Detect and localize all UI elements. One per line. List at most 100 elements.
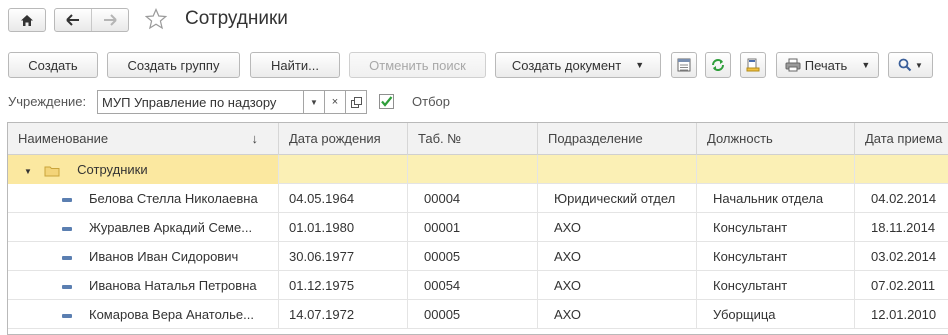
column-header-hire-date[interactable]: Дата приема xyxy=(855,123,948,155)
caret-down-icon: ▼ xyxy=(861,60,871,70)
star-icon[interactable] xyxy=(145,8,167,30)
item-icon xyxy=(62,313,72,318)
title-bar: Сотрудники xyxy=(0,0,948,42)
expand-triangle-icon: ▼ xyxy=(24,167,32,176)
cell-birth-date: 01.01.1980 xyxy=(279,213,408,242)
cell-position: Начальник отдела xyxy=(697,184,855,213)
refresh-button[interactable] xyxy=(705,52,731,78)
caret-down-icon: ▼ xyxy=(915,60,923,70)
table-row[interactable]: Комарова Вера Анатолье... 14.07.1972 000… xyxy=(8,300,948,329)
printer-icon xyxy=(785,58,801,72)
create-document-label: Создать документ xyxy=(511,57,622,73)
list-settings-icon xyxy=(677,58,691,72)
group-cell-empty xyxy=(697,155,855,184)
cell-birth-date: 30.06.1977 xyxy=(279,242,408,271)
cell-hire-date: 12.01.2010 xyxy=(871,307,937,322)
caret-down-icon: ▼ xyxy=(635,60,645,70)
column-header-tab-number[interactable]: Таб. № xyxy=(408,123,538,155)
employee-name: Иванов Иван Сидорович xyxy=(89,249,239,264)
search-icon xyxy=(898,58,912,72)
arrow-right-icon xyxy=(103,14,117,26)
group-name: Сотрудники xyxy=(77,162,148,177)
cell-position: Консультант xyxy=(697,242,855,271)
cell-hire-date: 03.02.2014 xyxy=(871,249,937,264)
cell-hire-date: 04.02.2014 xyxy=(871,191,937,206)
list-settings-button[interactable] xyxy=(671,52,697,78)
column-header-name[interactable]: Наименование ↓ xyxy=(8,123,279,155)
cell-position: Консультант xyxy=(697,271,855,300)
table-row[interactable]: Иванов Иван Сидорович 30.06.1977 00005 А… xyxy=(8,242,948,271)
create-group-button[interactable]: Создать группу xyxy=(107,52,240,78)
cell-department: Юридический отдел xyxy=(538,184,697,213)
cell-tab-number: 00054 xyxy=(408,271,538,300)
cell-name: Журавлев Аркадий Семе... xyxy=(8,213,279,242)
employee-name: Белова Стелла Николаевна xyxy=(89,191,258,206)
page-title: Сотрудники xyxy=(185,8,288,29)
cell-hire-date: 07.02.2011 xyxy=(871,278,936,293)
cell-tab-number: 00005 xyxy=(408,242,538,271)
employee-name: Комарова Вера Анатолье... xyxy=(89,307,254,322)
home-button[interactable] xyxy=(8,8,46,32)
create-document-button[interactable]: Создать документ ▼ xyxy=(495,52,661,78)
cell-name: Комарова Вера Анатолье... xyxy=(8,300,279,329)
cell-name: Иванова Наталья Петровна xyxy=(8,271,279,300)
item-icon xyxy=(62,284,72,289)
column-header-position[interactable]: Должность xyxy=(697,123,855,155)
group-cell-empty xyxy=(538,155,697,184)
cell-position: Уборщица xyxy=(697,300,855,329)
report-icon xyxy=(746,58,760,72)
filter-checkbox-label: Отбор xyxy=(412,94,450,109)
item-icon xyxy=(62,255,72,260)
folder-icon xyxy=(44,166,60,177)
institution-clear-button[interactable]: × xyxy=(325,90,346,114)
table-row[interactable]: Иванова Наталья Петровна 01.12.1975 0005… xyxy=(8,271,948,300)
group-cell-empty xyxy=(279,155,408,184)
group-row[interactable]: ▼ Сотрудники xyxy=(8,155,948,184)
forward-button[interactable] xyxy=(92,9,128,31)
cell-birth-date: 01.12.1975 xyxy=(279,271,408,300)
print-button[interactable]: Печать ▼ xyxy=(776,52,879,78)
print-label: Печать xyxy=(804,57,848,73)
institution-dropdown-button[interactable]: ▼ xyxy=(304,90,325,114)
command-bar: Создать Создать группу Найти... Отменить… xyxy=(0,52,948,78)
cell-tab-number: 00005 xyxy=(408,300,538,329)
create-button[interactable]: Создать xyxy=(8,52,98,78)
cell-position: Консультант xyxy=(697,213,855,242)
find-button[interactable]: Найти... xyxy=(250,52,340,78)
cell-tab-number: 00001 xyxy=(408,213,538,242)
close-icon: × xyxy=(331,96,339,108)
cell-hire-date: 18.11.2014 xyxy=(871,220,936,235)
item-icon xyxy=(62,226,72,231)
open-icon xyxy=(350,96,362,108)
cell-name: Белова Стелла Николаевна xyxy=(8,184,279,213)
filter-row: Учреждение: МУП Управление по надзору ▼ … xyxy=(0,90,948,114)
employee-name: Журавлев Аркадий Семе... xyxy=(89,220,253,235)
dropdown-arrow-icon: ▼ xyxy=(310,97,318,107)
filter-checkbox[interactable] xyxy=(379,94,394,109)
cell-department: АХО xyxy=(538,213,697,242)
back-button[interactable] xyxy=(55,9,91,31)
cell-department: АХО xyxy=(538,271,697,300)
column-header-department[interactable]: Подразделение xyxy=(538,123,697,155)
cell-department: АХО xyxy=(538,242,697,271)
arrow-left-icon xyxy=(66,14,79,26)
table-row[interactable]: Белова Стелла Николаевна 04.05.1964 0000… xyxy=(8,184,948,213)
item-icon xyxy=(62,197,72,202)
institution-open-button[interactable] xyxy=(346,90,367,114)
cell-birth-date: 14.07.1972 xyxy=(279,300,408,329)
history-nav xyxy=(54,8,129,32)
sort-down-icon: ↓ xyxy=(251,131,259,146)
employees-table: Наименование ↓ Дата рождения Таб. № Подр… xyxy=(7,122,948,335)
cell-department: АХО xyxy=(538,300,697,329)
cell-name: Иванов Иван Сидорович xyxy=(8,242,279,271)
report-button[interactable] xyxy=(740,52,766,78)
cancel-search-button[interactable]: Отменить поиск xyxy=(349,52,486,78)
cell-birth-date: 04.05.1964 xyxy=(279,184,408,213)
column-header-name-label: Наименование xyxy=(18,131,109,146)
table-row[interactable]: Журавлев Аркадий Семе... 01.01.1980 0000… xyxy=(8,213,948,242)
refresh-icon xyxy=(712,59,724,71)
search-options-button[interactable]: ▼ xyxy=(888,52,933,78)
institution-field[interactable]: МУП Управление по надзору xyxy=(97,90,304,114)
column-header-birth-date[interactable]: Дата рождения xyxy=(279,123,408,155)
employee-name: Иванова Наталья Петровна xyxy=(89,278,257,293)
